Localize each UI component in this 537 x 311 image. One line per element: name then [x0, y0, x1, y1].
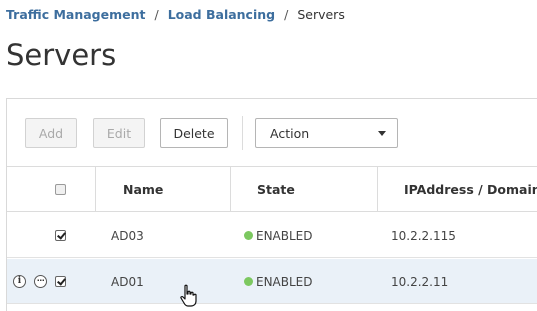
- more-options-icon[interactable]: ···: [34, 275, 47, 288]
- column-divider: [377, 167, 378, 212]
- toolbar-divider: [242, 116, 243, 150]
- breadcrumb-servers: Servers: [297, 7, 345, 22]
- row-name: AD01: [111, 274, 144, 289]
- row-checkbox[interactable]: [55, 230, 66, 241]
- chevron-down-icon: [378, 131, 386, 136]
- row-ip: 10.2.2.115: [391, 228, 456, 243]
- row-state: ENABLED: [244, 213, 313, 258]
- action-dropdown[interactable]: Action: [255, 118, 398, 148]
- breadcrumb-load-balancing[interactable]: Load Balancing: [168, 7, 275, 22]
- servers-panel: Add Edit Delete Action Name State IPAddr…: [6, 98, 537, 311]
- status-dot-icon: [244, 231, 253, 240]
- column-divider: [230, 167, 231, 212]
- action-dropdown-label: Action: [270, 125, 310, 141]
- delete-button[interactable]: Delete: [160, 118, 228, 148]
- breadcrumb-separator: /: [284, 7, 289, 22]
- column-header-name[interactable]: Name: [123, 167, 163, 212]
- hand-cursor-icon: [180, 284, 197, 307]
- row-name: AD03: [111, 228, 144, 243]
- edit-button[interactable]: Edit: [93, 118, 145, 148]
- status-dot-icon: [244, 277, 253, 286]
- table-row[interactable]: AD03 ENABLED 10.2.2.115: [7, 213, 537, 258]
- page-title: Servers: [6, 38, 117, 72]
- breadcrumb-traffic-management[interactable]: Traffic Management: [6, 7, 145, 22]
- column-divider: [95, 167, 96, 212]
- breadcrumb-separator: /: [154, 7, 159, 22]
- breadcrumb: Traffic Management / Load Balancing / Server…: [6, 7, 345, 23]
- column-header-ip[interactable]: IPAddress / Domain: [404, 167, 537, 212]
- add-button[interactable]: Add: [25, 118, 77, 148]
- row-ip: 10.2.2.11: [391, 274, 449, 289]
- row-state-label: ENABLED: [256, 228, 313, 243]
- row-checkbox[interactable]: [55, 276, 66, 287]
- row-state: ENABLED: [244, 259, 313, 304]
- row-state-label: ENABLED: [256, 274, 313, 289]
- toolbar: Add Edit Delete Action: [7, 99, 537, 167]
- table-row[interactable]: i ··· AD01 ENABLED 10.2.2.11: [7, 259, 537, 304]
- table-header-row: Name State IPAddress / Domain: [7, 167, 537, 212]
- select-all-checkbox[interactable]: [55, 184, 66, 195]
- info-icon[interactable]: i: [13, 275, 26, 288]
- column-header-state[interactable]: State: [257, 167, 295, 212]
